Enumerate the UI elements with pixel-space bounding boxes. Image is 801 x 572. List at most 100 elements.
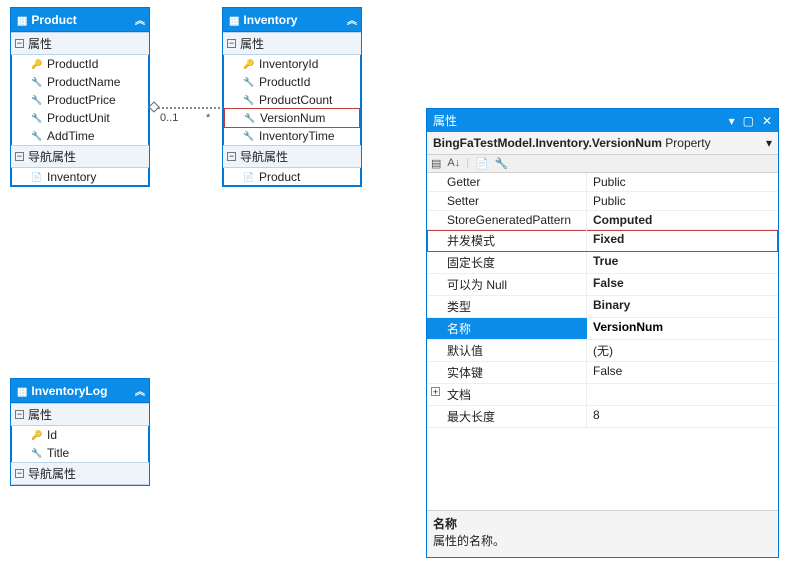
section-label: 导航属性 (28, 148, 76, 165)
entity-inventory-header[interactable]: Inventory ︽ (223, 8, 361, 32)
prop-name[interactable]: 名称VersionNum (427, 318, 778, 340)
entity-product-header[interactable]: Product ︽ (11, 8, 149, 32)
prop-row[interactable]: ProductPrice (11, 91, 149, 109)
alphabetical-icon[interactable]: A↓ (447, 157, 460, 170)
prop-nullable[interactable]: 可以为 NullFalse (427, 274, 778, 296)
minus-icon[interactable]: − (15, 152, 24, 161)
entity-title: Product (31, 13, 76, 27)
prop-row[interactable]: InventoryTime (223, 127, 361, 145)
entity-inventorylog-header[interactable]: InventoryLog ︽ (11, 379, 149, 403)
collapse-icon[interactable]: ︽ (347, 12, 355, 27)
prop-getter[interactable]: GetterPublic (427, 173, 778, 192)
prop-label: ProductId (47, 57, 98, 71)
collapse-icon[interactable]: ︽ (135, 383, 143, 398)
minus-icon[interactable]: − (227, 39, 236, 48)
dropdown-icon[interactable]: ▾ (729, 114, 735, 128)
object-path: BingFaTestModel.Inventory.VersionNum (433, 136, 662, 150)
properties-grid: GetterPublic SetterPublic StoreGenerated… (427, 173, 778, 428)
nav-icon (31, 172, 43, 183)
plus-icon[interactable]: + (431, 387, 440, 396)
prop-row-versionnum[interactable]: VersionNum (224, 108, 360, 128)
prop-setter[interactable]: SetterPublic (427, 192, 778, 211)
table-icon (17, 384, 27, 398)
section-nav[interactable]: − 导航属性 (223, 145, 361, 168)
wrench-icon[interactable]: 🔧 (495, 157, 509, 170)
section-nav[interactable]: − 导航属性 (11, 145, 149, 168)
properties-toolbar: ▤ A↓ | 📄 🔧 (427, 155, 778, 173)
prop-label: ProductId (259, 75, 310, 89)
prop-label: ProductPrice (47, 93, 116, 107)
prop-row[interactable]: AddTime (11, 127, 149, 145)
prop-row[interactable]: Id (11, 426, 149, 444)
prop-label: InventoryTime (259, 129, 335, 143)
properties-description: 名称 属性的名称。 (427, 510, 778, 557)
minus-icon[interactable]: − (15, 410, 24, 419)
dropdown-icon[interactable]: ▾ (766, 136, 772, 150)
section-nav[interactable]: − 导航属性 (11, 462, 149, 485)
nav-label: Inventory (47, 170, 96, 184)
prop-label: ProductUnit (47, 111, 110, 125)
prop-row[interactable]: InventoryId (223, 55, 361, 73)
entity-product[interactable]: Product ︽ − 属性 ProductId ProductName Pro… (10, 7, 150, 187)
prop-row[interactable]: ProductCount (223, 91, 361, 109)
minus-icon[interactable]: − (15, 469, 24, 478)
wrench-icon (31, 448, 43, 459)
prop-row[interactable]: ProductId (223, 73, 361, 91)
wrench-icon (31, 95, 43, 106)
prop-label: Id (47, 428, 57, 442)
prop-label: AddTime (47, 129, 95, 143)
nav-row[interactable]: Product (223, 168, 361, 186)
desc-title: 名称 (433, 515, 772, 532)
section-attrs[interactable]: − 属性 (11, 403, 149, 426)
wrench-icon (31, 131, 43, 142)
categorized-icon[interactable]: ▤ (431, 157, 441, 170)
prop-documentation[interactable]: +文档 (427, 384, 778, 406)
relation-right-mult: * (206, 112, 210, 124)
prop-maxlength[interactable]: 最大长度8 (427, 406, 778, 428)
entity-title: Inventory (243, 13, 297, 27)
section-label: 导航属性 (240, 148, 288, 165)
property-pages-icon[interactable]: 📄 (475, 157, 489, 170)
prop-entitykey[interactable]: 实体键False (427, 362, 778, 384)
prop-fixedlength[interactable]: 固定长度True (427, 252, 778, 274)
table-icon (17, 13, 27, 27)
prop-default[interactable]: 默认值(无) (427, 340, 778, 362)
wrench-icon (243, 95, 255, 106)
relation-left-mult: 0..1 (160, 112, 178, 124)
properties-panel-title[interactable]: 属性 ▾ ▢ ✕ (427, 109, 778, 132)
nav-label: Product (259, 170, 300, 184)
relation-line[interactable] (158, 107, 220, 109)
wrench-icon (243, 77, 255, 88)
prop-row[interactable]: ProductUnit (11, 109, 149, 127)
section-label: 属性 (240, 35, 264, 52)
prop-type[interactable]: 类型Binary (427, 296, 778, 318)
minus-icon[interactable]: − (15, 39, 24, 48)
entity-inventorylog[interactable]: InventoryLog ︽ − 属性 Id Title − 导航属性 (10, 378, 150, 486)
collapse-icon[interactable]: ︽ (135, 12, 143, 27)
properties-object-selector[interactable]: BingFaTestModel.Inventory.VersionNum Pro… (427, 132, 778, 155)
prop-concurrency-mode[interactable]: 并发模式Fixed (427, 230, 778, 252)
minus-icon[interactable]: − (227, 152, 236, 161)
section-attrs[interactable]: − 属性 (11, 32, 149, 55)
key-icon (31, 59, 43, 70)
properties-panel: 属性 ▾ ▢ ✕ BingFaTestModel.Inventory.Versi… (426, 108, 779, 558)
nav-icon (243, 172, 255, 183)
prop-label: VersionNum (260, 111, 325, 125)
wrench-icon (243, 131, 255, 142)
wrench-icon (244, 113, 256, 124)
key-icon (243, 59, 255, 70)
maximize-icon[interactable]: ▢ (743, 114, 754, 128)
object-type: Property (665, 136, 710, 150)
table-icon (229, 13, 239, 27)
prop-storegen[interactable]: StoreGeneratedPatternComputed (427, 211, 778, 230)
wrench-icon (31, 77, 43, 88)
entity-inventory[interactable]: Inventory ︽ − 属性 InventoryId ProductId P… (222, 7, 362, 187)
close-icon[interactable]: ✕ (762, 114, 772, 128)
prop-row[interactable]: Title (11, 444, 149, 462)
panel-title-text: 属性 (433, 112, 457, 129)
nav-row[interactable]: Inventory (11, 168, 149, 186)
prop-row[interactable]: ProductId (11, 55, 149, 73)
section-attrs[interactable]: − 属性 (223, 32, 361, 55)
key-icon (31, 430, 43, 441)
prop-row[interactable]: ProductName (11, 73, 149, 91)
